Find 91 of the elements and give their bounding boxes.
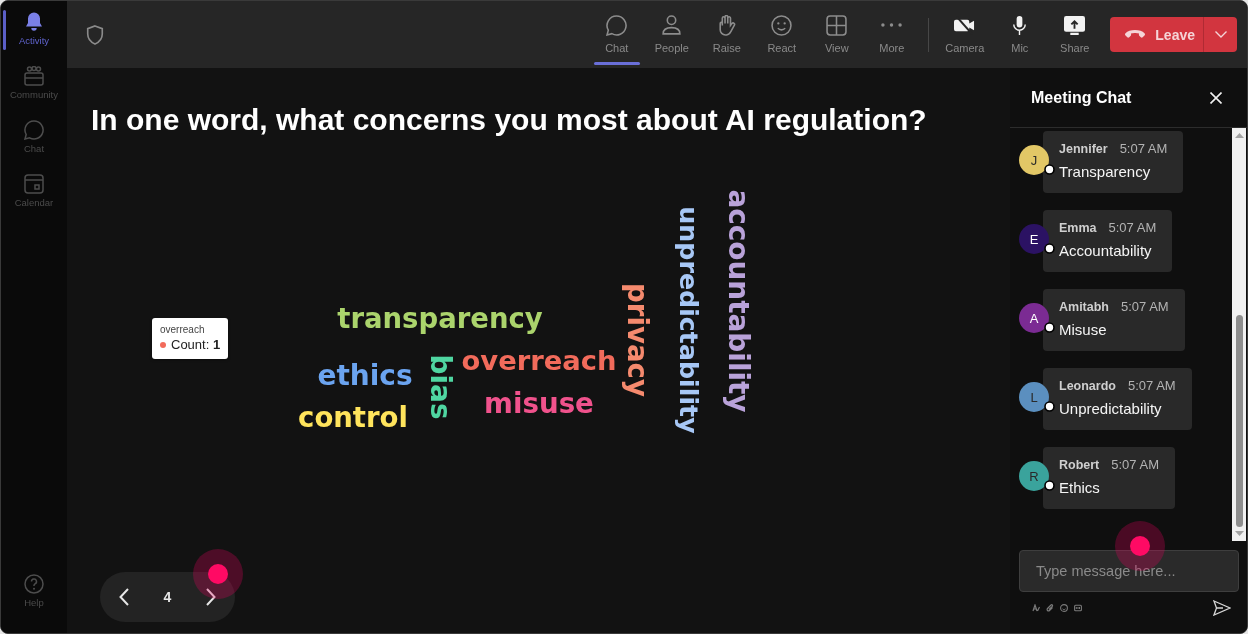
chevron-right-icon bbox=[206, 588, 216, 606]
status-dot-icon bbox=[1044, 480, 1055, 491]
cloud-word: ethics bbox=[317, 362, 413, 390]
previous-button[interactable] bbox=[117, 587, 131, 607]
message-time: 5:07 AM bbox=[1127, 378, 1176, 394]
user-avatar: A bbox=[1019, 303, 1049, 333]
message-text: Accountability bbox=[1059, 241, 1153, 261]
send-icon bbox=[1213, 600, 1231, 616]
message-time: 5:07 AM bbox=[1108, 220, 1157, 236]
gif-icon bbox=[1074, 604, 1082, 612]
smiley-icon bbox=[1060, 604, 1068, 612]
leave-button[interactable]: Leave bbox=[1110, 17, 1203, 52]
message-text: Unpredictability bbox=[1059, 399, 1163, 419]
user-avatar: E bbox=[1019, 224, 1049, 254]
cloud-word: misuse bbox=[484, 390, 594, 418]
cloud-word: overreach bbox=[461, 347, 617, 375]
bell-icon bbox=[24, 12, 44, 32]
ellipsis-icon bbox=[881, 23, 903, 27]
calendar-icon bbox=[24, 174, 44, 194]
user-avatar: L bbox=[1019, 382, 1049, 412]
chevron-left-icon bbox=[119, 588, 129, 606]
chat-title: Meeting Chat bbox=[1031, 88, 1132, 107]
cloud-word: accountability bbox=[724, 189, 752, 413]
toolbar-button[interactable]: Share bbox=[1047, 1, 1103, 68]
toolbar-button[interactable]: Chat bbox=[589, 1, 645, 68]
sidebar-item[interactable]: Calendar bbox=[1, 167, 67, 221]
author-name: Robert bbox=[1059, 457, 1100, 473]
sidebar-item[interactable]: Community bbox=[1, 59, 67, 113]
phone-icon bbox=[1125, 30, 1146, 39]
text-format-icon bbox=[1032, 604, 1040, 612]
share-screen-icon bbox=[1064, 15, 1086, 36]
toolbar-button[interactable]: Camera bbox=[937, 1, 993, 68]
grid-icon bbox=[826, 15, 848, 36]
tooltip-title: overreach bbox=[160, 323, 205, 336]
scrollbar-track[interactable] bbox=[1232, 128, 1246, 541]
author-name: Emma bbox=[1059, 220, 1097, 236]
hand-icon bbox=[716, 15, 738, 36]
cloud-word: privacy bbox=[623, 283, 651, 397]
smiley-icon bbox=[771, 15, 793, 36]
chevron-down-icon bbox=[1214, 31, 1227, 38]
selection-indicator bbox=[3, 10, 6, 50]
user-avatar: R bbox=[1019, 461, 1049, 491]
toolbar-button[interactable]: More bbox=[864, 1, 920, 68]
poll-question: In one word, what concerns you most about AI regulation? bbox=[91, 103, 927, 137]
chat-bubble-icon bbox=[24, 120, 44, 140]
sidebar-item[interactable]: Chat bbox=[1, 113, 67, 167]
author-name: Jennifer bbox=[1059, 141, 1108, 157]
toolbar-button[interactable]: People bbox=[644, 1, 700, 68]
click-indicator-icon bbox=[193, 549, 243, 599]
sidebar-item[interactable]: Help bbox=[1, 567, 67, 621]
status-dot-icon bbox=[1044, 164, 1055, 175]
message-time: 5:07 AM bbox=[1119, 141, 1168, 157]
toolbar-button[interactable]: Raise bbox=[699, 1, 755, 68]
cloud-word: control bbox=[298, 404, 408, 432]
author-name: Leonardo bbox=[1059, 378, 1116, 394]
message-text: Misuse bbox=[1059, 320, 1108, 340]
shield-icon bbox=[86, 24, 104, 45]
message-input[interactable]: Type message here... bbox=[1019, 550, 1239, 592]
cloud-word: transparency bbox=[337, 305, 543, 333]
toolbar-button[interactable]: React bbox=[754, 1, 810, 68]
sidebar-item[interactable]: Activity bbox=[1, 5, 67, 59]
toolbar-button[interactable]: Mic bbox=[992, 1, 1048, 68]
emoji-button[interactable] bbox=[1057, 601, 1071, 615]
help-icon bbox=[24, 574, 44, 594]
author-name: Amitabh bbox=[1059, 299, 1109, 315]
close-icon bbox=[1210, 91, 1222, 104]
group-icon bbox=[24, 66, 44, 86]
message-time: 5:07 AM bbox=[1121, 299, 1169, 315]
person-icon bbox=[661, 15, 683, 36]
message-text: Ethics bbox=[1059, 478, 1101, 498]
scrollbar-thumb[interactable] bbox=[1235, 315, 1243, 527]
status-dot-icon bbox=[1044, 401, 1055, 412]
user-avatar: J bbox=[1019, 145, 1049, 175]
page-number: 4 bbox=[163, 589, 172, 605]
tooltip-count: Count: 1 bbox=[171, 337, 221, 353]
cloud-word: bias bbox=[426, 354, 454, 420]
leave-options-button[interactable] bbox=[1203, 17, 1237, 52]
selection-indicator bbox=[594, 62, 641, 65]
scroll-up-icon[interactable] bbox=[1234, 133, 1244, 138]
send-button[interactable] bbox=[1212, 598, 1232, 618]
status-dot-icon bbox=[1044, 322, 1055, 333]
message-time: 5:07 AM bbox=[1111, 457, 1159, 473]
paperclip-icon bbox=[1046, 604, 1054, 612]
close-button[interactable] bbox=[1209, 90, 1223, 105]
status-dot-icon bbox=[1044, 243, 1055, 254]
toolbar-button[interactable]: View bbox=[809, 1, 865, 68]
scroll-down-icon[interactable] bbox=[1234, 531, 1244, 536]
cloud-word: unpredictability bbox=[675, 206, 701, 434]
next-button[interactable] bbox=[204, 587, 218, 607]
chat-bubble-icon bbox=[606, 15, 628, 36]
message-text: Transparency bbox=[1059, 162, 1152, 182]
